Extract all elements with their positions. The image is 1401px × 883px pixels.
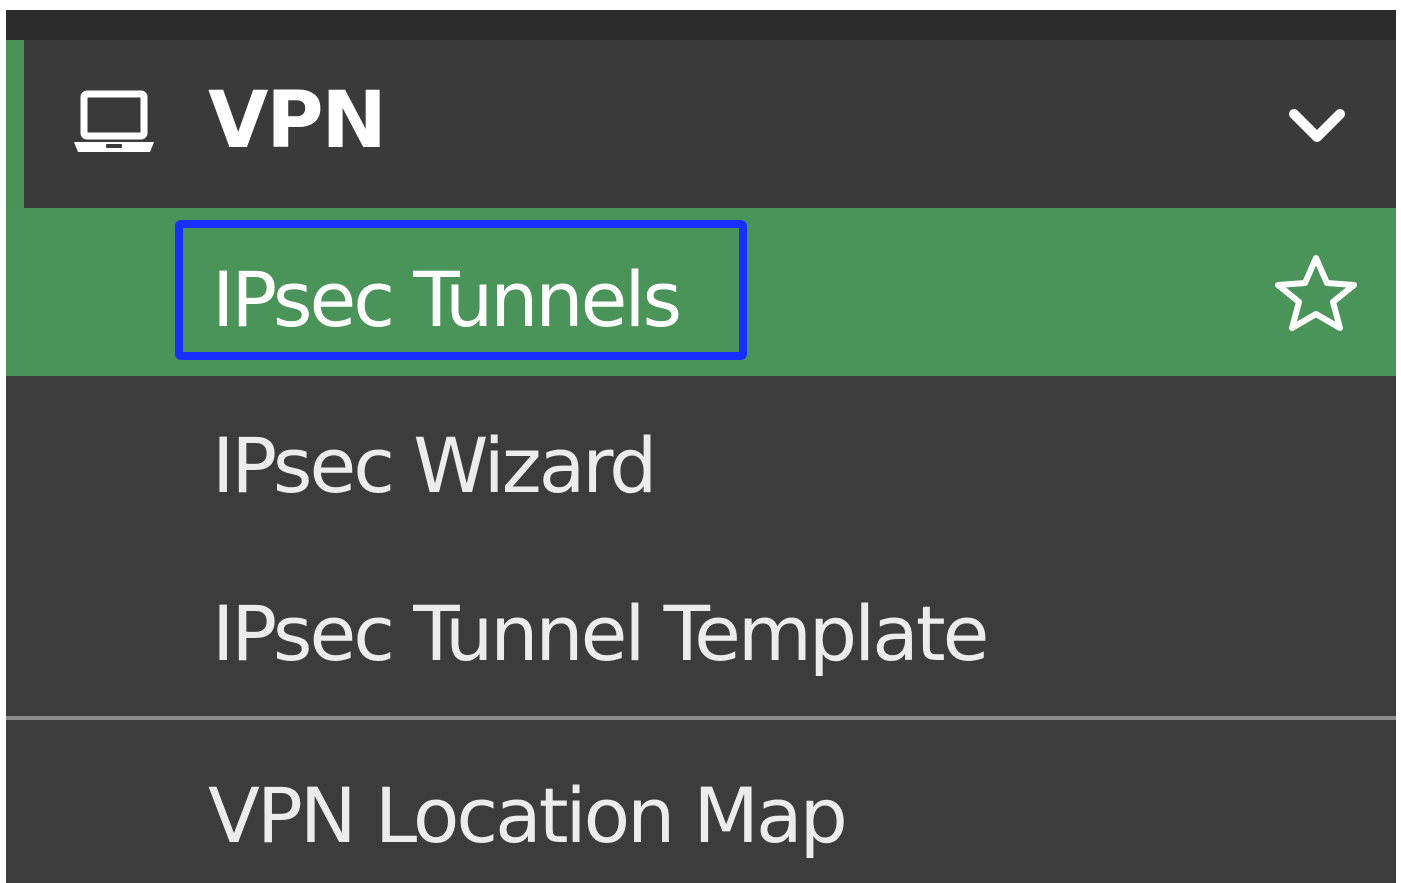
menu-item-ipsec-tunnel-template[interactable]: IPsec Tunnel Template — [6, 544, 1396, 712]
selected-section-accent — [6, 40, 24, 208]
menu-item-ipsec-tunnels[interactable]: IPsec Tunnels — [6, 208, 1396, 376]
chevron-down-icon[interactable] — [1288, 106, 1346, 146]
menu-item-ipsec-wizard[interactable]: IPsec Wizard — [6, 376, 1396, 544]
vpn-section-title: VPN — [208, 76, 387, 166]
laptop-icon — [74, 90, 154, 152]
vpn-navigation-panel: VPN IPsec Tunnels IPsec Wizard IPsec Tun… — [6, 40, 1396, 883]
star-outline-icon[interactable] — [1272, 252, 1360, 334]
menu-item-label: IPsec Wizard — [212, 421, 657, 510]
screenshot-frame: VPN IPsec Tunnels IPsec Wizard IPsec Tun… — [0, 0, 1401, 883]
vpn-section-header[interactable]: VPN — [6, 40, 1396, 208]
menu-item-label: IPsec Tunnel Template — [212, 589, 989, 678]
menu-item-vpn-location-map[interactable]: VPN Location Map — [6, 720, 1396, 883]
top-edge-bar — [6, 10, 1396, 40]
menu-item-label: VPN Location Map — [208, 771, 848, 860]
menu-item-label: IPsec Tunnels — [212, 255, 682, 344]
